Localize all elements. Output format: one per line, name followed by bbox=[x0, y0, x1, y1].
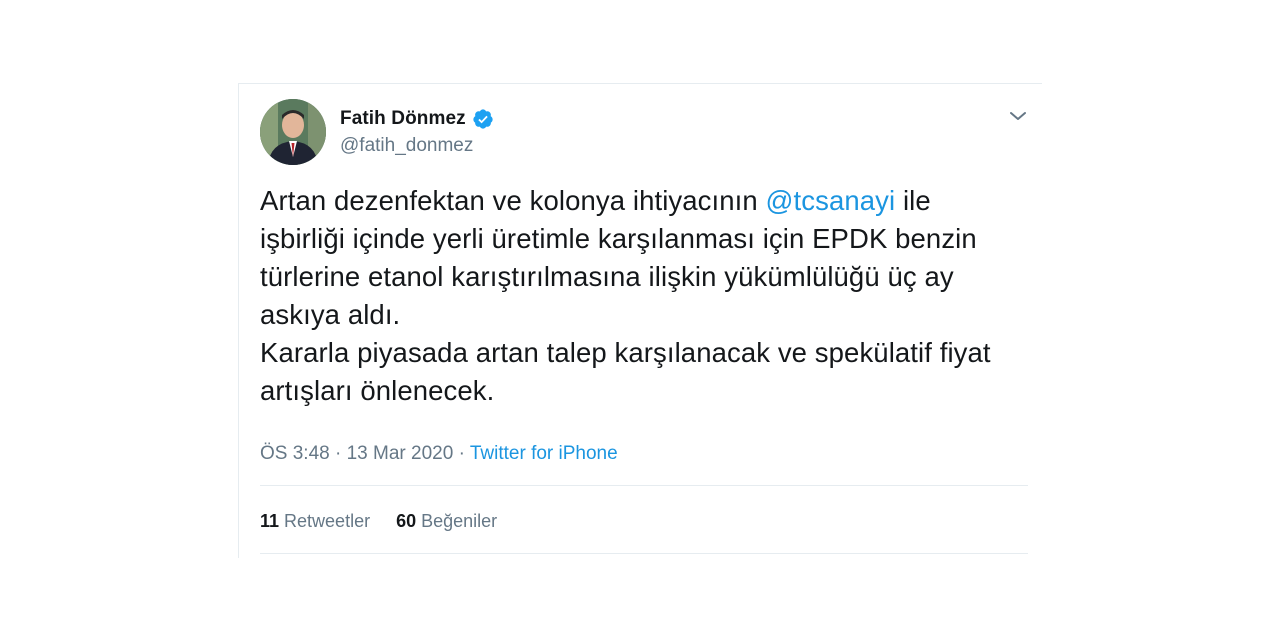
chevron-down-icon[interactable] bbox=[1008, 106, 1028, 126]
tweet-meta: ÖS 3:48 · 13 Mar 2020 · Twitter for iPho… bbox=[260, 443, 618, 465]
tweet-time[interactable]: ÖS 3:48 bbox=[260, 443, 330, 464]
divider-top bbox=[260, 485, 1028, 486]
tweet-date[interactable]: 13 Mar 2020 bbox=[347, 443, 454, 464]
tweet-text: Artan dezenfektan ve kolonya ihtiyacının… bbox=[260, 182, 1020, 410]
tweet-paragraph-1: Artan dezenfektan ve kolonya ihtiyacının… bbox=[260, 182, 1020, 334]
author-handle[interactable]: @fatih_donmez bbox=[340, 135, 473, 157]
meta-separator: · bbox=[329, 443, 347, 464]
tweet-paragraph-2: Kararla piyasada artan talep karşılanaca… bbox=[260, 337, 991, 406]
likes-label: Beğeniler bbox=[421, 511, 498, 531]
divider-bottom bbox=[260, 553, 1028, 554]
meta-separator-2: · bbox=[453, 443, 470, 464]
avatar[interactable] bbox=[260, 99, 326, 165]
tweet-stats: 11 Retweetler 60 Beğeniler bbox=[260, 511, 497, 532]
retweets-stat[interactable]: 11 Retweetler bbox=[260, 511, 370, 532]
avatar-photo bbox=[260, 99, 326, 165]
retweets-label: Retweetler bbox=[284, 511, 371, 531]
likes-count: 60 bbox=[396, 511, 417, 531]
author-name-row[interactable]: Fatih Dönmez bbox=[340, 108, 494, 130]
verified-badge-icon bbox=[473, 109, 493, 129]
tweet-text-before-mention: Artan dezenfektan ve kolonya ihtiyacının bbox=[260, 185, 766, 216]
author-name[interactable]: Fatih Dönmez bbox=[340, 108, 466, 130]
tweet-source-link[interactable]: Twitter for iPhone bbox=[470, 443, 618, 464]
likes-stat[interactable]: 60 Beğeniler bbox=[396, 511, 497, 532]
mention-link[interactable]: @tcsanayi bbox=[766, 185, 896, 216]
tweet-card: Fatih Dönmez @fatih_donmez Artan dezenfe… bbox=[238, 83, 1042, 558]
retweets-count: 11 bbox=[260, 511, 280, 531]
